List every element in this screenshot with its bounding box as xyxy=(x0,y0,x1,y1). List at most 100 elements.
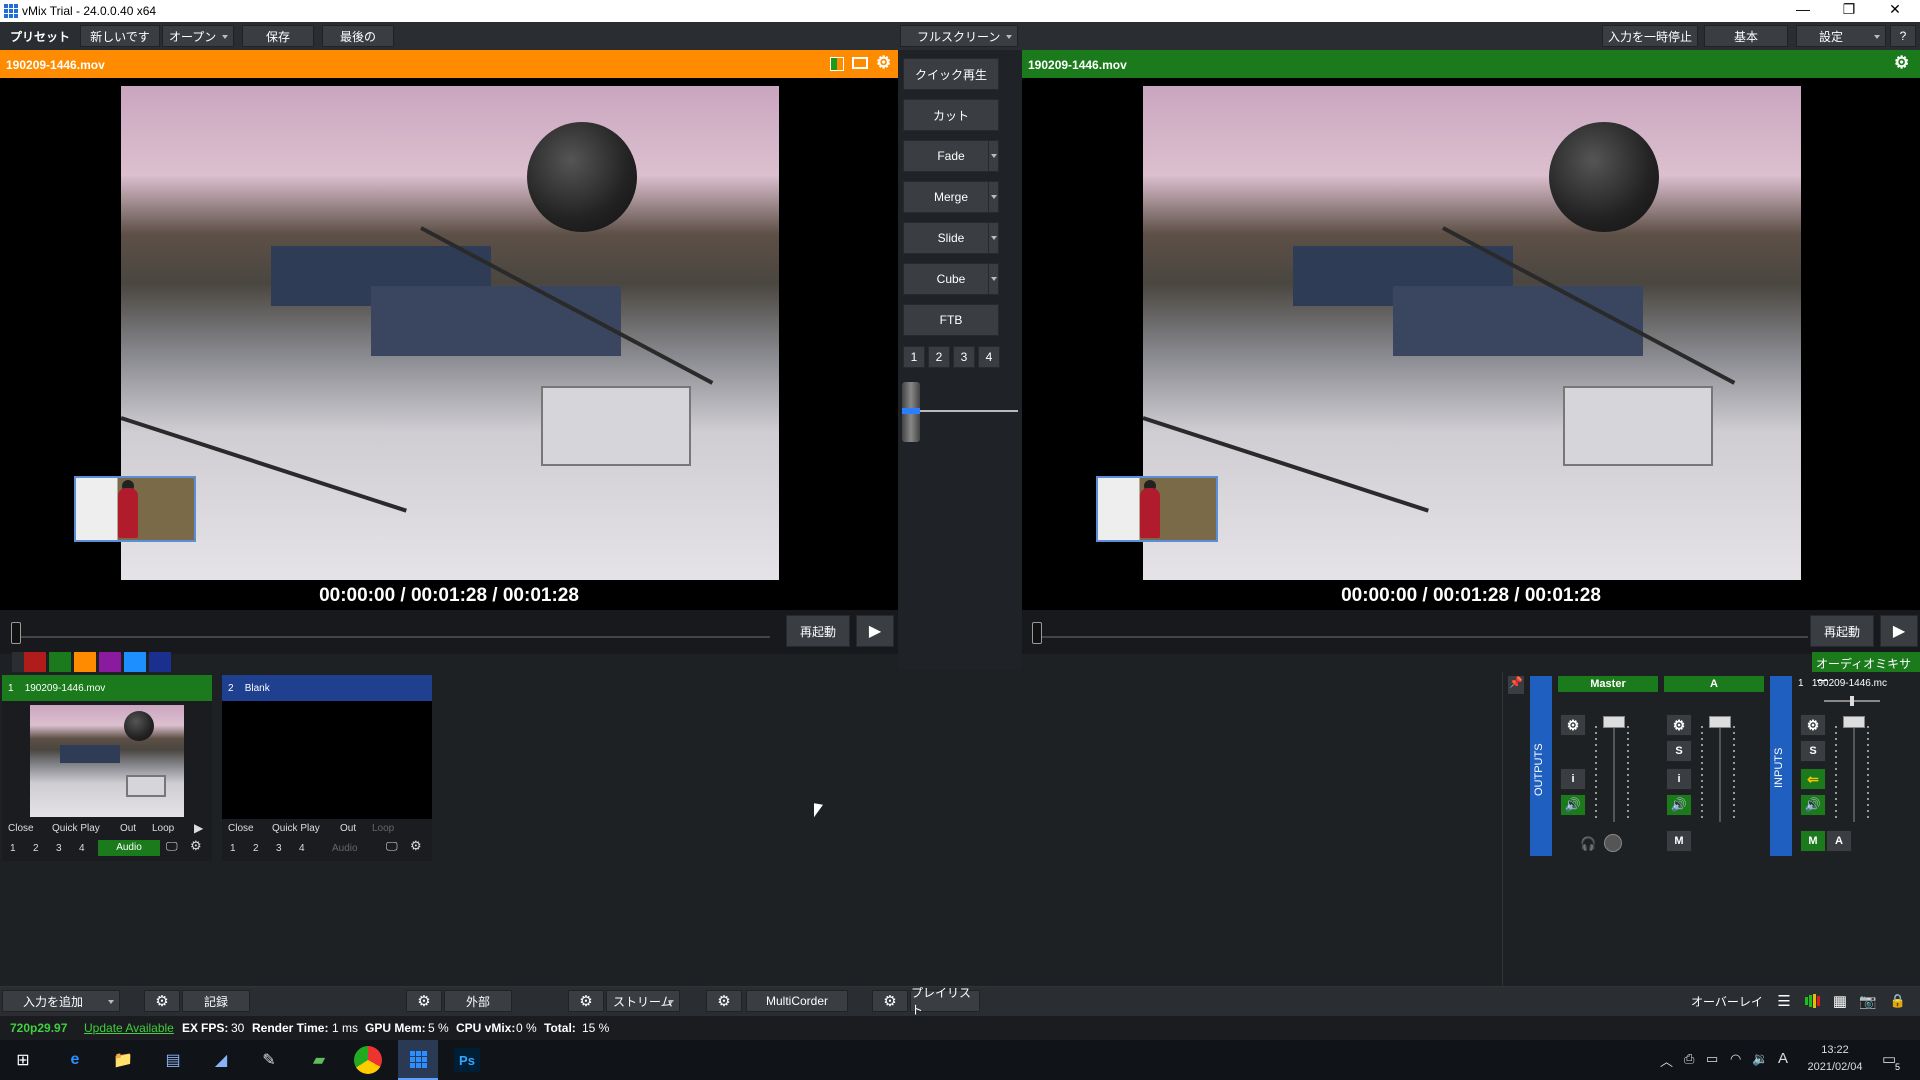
input-2-quick-play[interactable]: Quick Play xyxy=(272,823,320,834)
mixer-input-arrow-icon[interactable]: ⇐ xyxy=(1800,768,1826,790)
color-tag-orange[interactable] xyxy=(74,652,96,672)
transition-number-2[interactable]: 2 xyxy=(928,346,950,368)
open-button[interactable]: オープン xyxy=(162,25,234,47)
mixer-input-master-button[interactable]: M xyxy=(1800,830,1826,852)
output-seekbar[interactable]: 再起動 ▶ xyxy=(1022,610,1920,654)
add-input-button[interactable]: 入力を追加 xyxy=(2,990,120,1012)
audio-meter-icon[interactable] xyxy=(1800,990,1824,1012)
mixer-input-fader-track[interactable] xyxy=(1853,718,1855,822)
color-tag-green[interactable] xyxy=(49,652,71,672)
input-1-play-icon[interactable]: ▶ xyxy=(194,821,203,835)
maximize-icon[interactable]: ❐ xyxy=(1826,1,1872,18)
audio-mixer-tab[interactable]: オーディオミキサー xyxy=(1812,652,1920,688)
gear-icon[interactable]: ⚙ xyxy=(876,53,891,73)
output-video[interactable] xyxy=(1022,78,1920,613)
input-1-gear-icon[interactable]: ⚙ xyxy=(190,838,202,854)
input-2-audio-button[interactable]: Audio xyxy=(332,843,358,854)
calculator-icon[interactable]: ▤ xyxy=(160,1048,186,1072)
basic-button[interactable]: 基本 xyxy=(1704,25,1788,47)
new-button[interactable]: 新しいです xyxy=(80,25,160,47)
save-button[interactable]: 保存 xyxy=(242,25,314,47)
transition-number-3[interactable]: 3 xyxy=(953,346,975,368)
multicorder-gear-icon[interactable]: ⚙ xyxy=(706,990,742,1012)
playlist-gear-icon[interactable]: ⚙ xyxy=(872,990,908,1012)
lock-icon[interactable]: 🔒 xyxy=(1886,990,1910,1012)
headphones-icon[interactable]: 🎧 xyxy=(1580,836,1596,852)
output-play-icon[interactable]: ▶ xyxy=(1880,615,1918,647)
color-tag-purple[interactable] xyxy=(99,652,121,672)
preview-video[interactable] xyxy=(0,78,898,613)
slide-button[interactable]: Slide xyxy=(903,222,999,254)
update-link[interactable]: Update Available xyxy=(84,1021,174,1035)
quick-play-button[interactable]: クイック再生 xyxy=(903,58,999,90)
master-info-button[interactable]: i xyxy=(1560,768,1586,790)
overlay-button[interactable]: オーバーレイ xyxy=(1690,990,1764,1012)
multiview-grid-icon[interactable]: ▦ xyxy=(1828,990,1852,1012)
input-2-number-2[interactable]: 2 xyxy=(253,843,259,854)
pin-icon[interactable]: 📌 xyxy=(1508,676,1524,694)
snapshot-icon[interactable]: 📷 xyxy=(1856,990,1880,1012)
record-button[interactable]: 記録 xyxy=(182,990,250,1012)
playlist-button[interactable]: プレイリスト xyxy=(910,986,980,1017)
output-restart-button[interactable]: 再起動 xyxy=(1810,615,1874,647)
battery-icon[interactable]: ▭ xyxy=(1706,1051,1718,1067)
preview-play-icon[interactable]: ▶ xyxy=(856,615,894,647)
mixer-input-solo-button[interactable]: S xyxy=(1800,740,1826,762)
ime-indicator[interactable]: A xyxy=(1778,1050,1788,1067)
input-2-number-3[interactable]: 3 xyxy=(276,843,282,854)
folder-app-icon[interactable]: ▰ xyxy=(306,1048,332,1072)
list-icon[interactable]: ☰ xyxy=(1772,990,1796,1012)
bus-a-info-button[interactable]: i xyxy=(1666,768,1692,790)
internet-explorer-icon[interactable]: e xyxy=(62,1048,88,1072)
input-2-close[interactable]: Close xyxy=(228,823,254,834)
bus-a-gear-icon[interactable]: ⚙ xyxy=(1666,714,1692,736)
input-1-number-1[interactable]: 1 xyxy=(10,843,16,854)
preset-button[interactable]: プリセット xyxy=(4,25,76,47)
file-explorer-icon[interactable]: 📁 xyxy=(110,1048,136,1072)
headphone-volume-knob[interactable] xyxy=(1604,834,1622,852)
stream-button[interactable]: ストリーム xyxy=(606,990,680,1012)
color-tag-red[interactable] xyxy=(24,652,46,672)
photoshop-icon[interactable]: Ps xyxy=(454,1048,480,1072)
vmix-taskbar-icon[interactable] xyxy=(398,1040,438,1080)
fullscreen-button[interactable]: フルスクリーン xyxy=(900,25,1018,47)
bus-a-mute-button[interactable]: M xyxy=(1666,830,1692,852)
cube-button[interactable]: Cube xyxy=(903,263,999,295)
input-1-number-2[interactable]: 2 xyxy=(33,843,39,854)
windows-start-icon[interactable]: ⊞ xyxy=(10,1048,36,1072)
wifi-icon[interactable]: ◠ xyxy=(1730,1051,1741,1067)
bus-a-speaker-icon[interactable]: 🔊 xyxy=(1666,794,1692,816)
input-1-monitor-icon[interactable]: 🖵 xyxy=(166,839,178,854)
chrome-icon[interactable] xyxy=(354,1046,382,1074)
input-1-close[interactable]: Close xyxy=(8,823,34,834)
mixer-input-balance-knob[interactable] xyxy=(1850,696,1854,706)
stream-gear-icon[interactable]: ⚙ xyxy=(568,990,604,1012)
input-2-out[interactable]: Out xyxy=(340,823,356,834)
input-2-header[interactable]: 2 Blank xyxy=(222,675,432,701)
color-tag-navy[interactable] xyxy=(149,652,171,672)
fade-button[interactable]: Fade xyxy=(903,140,999,172)
bus-a-fader-track[interactable] xyxy=(1719,718,1721,822)
master-fader-track[interactable] xyxy=(1613,718,1615,822)
tray-device-icon[interactable]: ⎙ xyxy=(1684,1051,1694,1067)
tray-chevron-icon[interactable]: ︿ xyxy=(1660,1051,1673,1070)
input-2-thumbnail[interactable] xyxy=(222,701,432,819)
master-fader-knob[interactable] xyxy=(1603,716,1625,728)
input-1-thumbnail[interactable] xyxy=(30,705,184,817)
master-gear-icon[interactable]: ⚙ xyxy=(1560,714,1586,736)
last-button[interactable]: 最後の xyxy=(322,25,394,47)
input-1-out[interactable]: Out xyxy=(120,823,136,834)
input-2-number-1[interactable]: 1 xyxy=(230,843,236,854)
color-icon[interactable] xyxy=(830,57,844,71)
cut-button[interactable]: カット xyxy=(903,99,999,131)
master-speaker-icon[interactable]: 🔊 xyxy=(1560,794,1586,816)
input-1-loop[interactable]: Loop xyxy=(152,823,174,834)
record-gear-icon[interactable]: ⚙ xyxy=(144,990,180,1012)
external-gear-icon[interactable]: ⚙ xyxy=(406,990,442,1012)
clock-time[interactable]: 13:22 xyxy=(1800,1044,1870,1056)
close-icon[interactable]: ✕ xyxy=(1872,1,1918,18)
preview-restart-button[interactable]: 再起動 xyxy=(786,615,850,647)
input-2-loop[interactable]: Loop xyxy=(372,823,394,834)
input-1-quick-play[interactable]: Quick Play xyxy=(52,823,100,834)
bus-a-solo-button[interactable]: S xyxy=(1666,740,1692,762)
